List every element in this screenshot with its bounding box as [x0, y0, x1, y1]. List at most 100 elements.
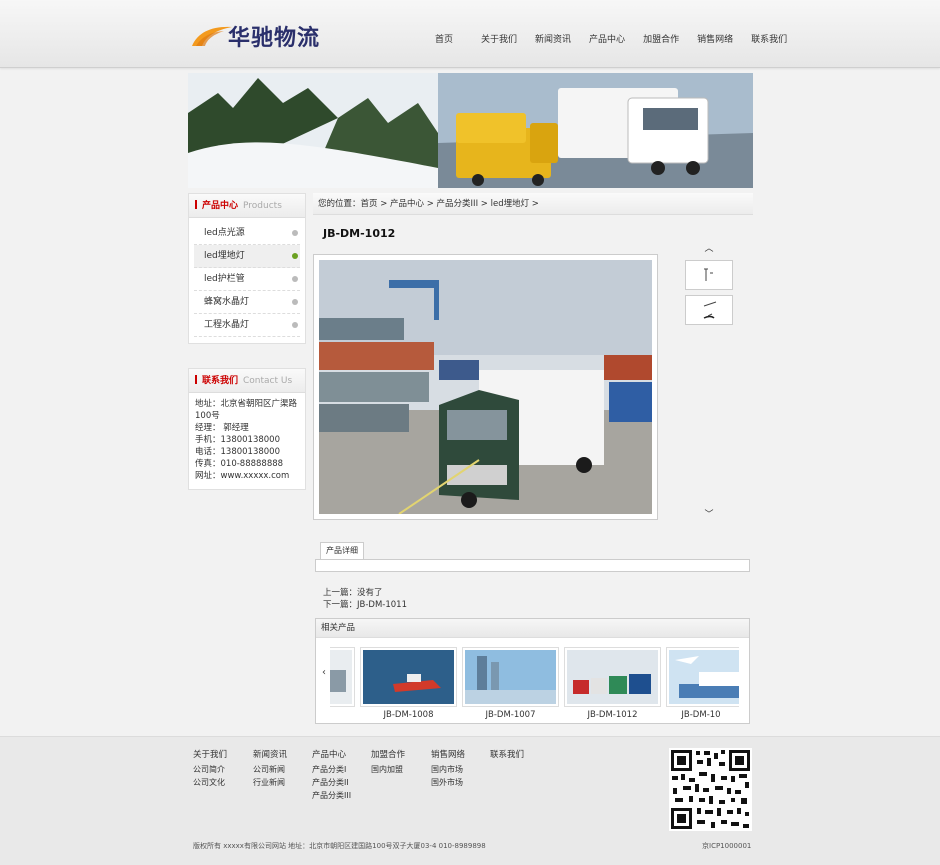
footer-col-about: 关于我们 公司简介 公司文化 — [193, 749, 227, 789]
product-category-list: led点光源 led埋地灯 led护栏管 蜂窝水晶灯 工程水晶灯 — [189, 218, 305, 343]
footer-link[interactable]: 国内加盟 — [371, 763, 405, 776]
site-header: 华驰物流 首页 关于我们 新闻资讯 产品中心 加盟合作 销售网络 联系我们 — [0, 0, 940, 68]
breadcrumb: 您的位置：首页 > 产品中心 > 产品分类III > led埋地灯 > — [313, 193, 753, 215]
product-category-header: 产品中心 Products — [189, 194, 305, 218]
footer-col-title[interactable]: 销售网络 — [431, 749, 465, 762]
footer-link[interactable]: 公司简介 — [193, 763, 227, 776]
qr-code-icon — [669, 748, 752, 831]
main-content: 您的位置：首页 > 产品中心 > 产品分类III > led埋地灯 > JB-D… — [313, 193, 753, 724]
footer-link[interactable]: 行业新闻 — [253, 776, 287, 789]
next-link[interactable]: 下一篇：JB-DM-1011 — [323, 599, 407, 611]
contact-fax: 传真：010-88888888 — [195, 459, 284, 469]
category-item-label: led埋地灯 — [204, 251, 245, 261]
product-photo — [319, 260, 652, 514]
title-bar-icon — [195, 375, 197, 384]
related-item[interactable] — [666, 647, 739, 707]
footer-col-news: 新闻资讯 公司新闻 行业新闻 — [253, 749, 287, 789]
thumb-down-arrow-icon[interactable]: ﹀ — [685, 507, 733, 521]
thumbnail-2[interactable] — [685, 295, 733, 325]
bullet-icon — [292, 299, 298, 305]
category-item-project-crystal[interactable]: 工程水晶灯 — [194, 314, 300, 337]
nav-sales[interactable]: 销售网络 — [688, 32, 742, 45]
prev-next-links: 上一篇：没有了 下一篇：JB-DM-1011 — [323, 587, 407, 611]
bullet-icon — [292, 276, 298, 282]
detail-tabs: 产品详细 — [320, 542, 364, 559]
bullet-icon — [292, 253, 298, 259]
contact-title: 联系我们 — [202, 376, 239, 386]
category-item-led-point[interactable]: led点光源 — [194, 222, 300, 245]
nav-contact[interactable]: 联系我们 — [742, 32, 796, 45]
product-category-box: 产品中心 Products led点光源 led埋地灯 led护栏管 蜂窝水晶灯 … — [188, 193, 306, 344]
footer-link[interactable]: 公司新闻 — [253, 763, 287, 776]
site-logo[interactable]: 华驰物流 — [190, 18, 330, 52]
footer-link[interactable]: 国外市场 — [431, 776, 465, 789]
footer-link[interactable]: 国内市场 — [431, 763, 465, 776]
contact-box: 联系我们 Contact Us 地址：北京省朝阳区广渠路 100号 经理： 郭经理… — [188, 368, 306, 490]
category-item-led-inground[interactable]: led埋地灯 — [194, 245, 300, 268]
thumbnail-strip: ︿ ﹀ — [685, 241, 733, 521]
nav-join[interactable]: 加盟合作 — [634, 32, 688, 45]
tab-panel — [315, 559, 750, 572]
category-item-honeycomb-crystal[interactable]: 蜂窝水晶灯 — [194, 291, 300, 314]
related-item-name[interactable]: JB-DM-1008 — [360, 710, 457, 720]
nav-home[interactable]: 首页 — [426, 32, 462, 45]
contact-header: 联系我们 Contact Us — [189, 369, 305, 393]
thumbnail-1[interactable] — [685, 260, 733, 290]
contact-phone: 电话：13800138000 — [195, 447, 280, 457]
product-category-title: 产品中心 — [202, 201, 239, 211]
contact-title-en: Contact Us — [243, 376, 293, 386]
footer-link[interactable]: 公司文化 — [193, 776, 227, 789]
related-item[interactable] — [330, 647, 355, 707]
qr-code — [669, 748, 752, 831]
site-footer: 关于我们 公司简介 公司文化 新闻资讯 公司新闻 行业新闻 产品中心 产品分类I… — [0, 736, 940, 865]
related-prev-arrow-icon[interactable]: ‹ — [322, 667, 326, 678]
contact-mobile: 手机：13800138000 — [195, 435, 280, 445]
contact-manager: 经理： 郭经理 — [195, 423, 249, 433]
sidebar: 产品中心 Products led点光源 led埋地灯 led护栏管 蜂窝水晶灯 … — [188, 193, 306, 490]
footer-col-title[interactable]: 加盟合作 — [371, 749, 405, 762]
contact-website: 网址：www.xxxxx.com — [195, 471, 290, 481]
footer-col-products: 产品中心 产品分类I 产品分类II 产品分类III — [312, 749, 351, 802]
footer-col-sales: 销售网络 国内市场 国外市场 — [431, 749, 465, 789]
footer-link[interactable]: 产品分类II — [312, 776, 351, 789]
category-item-label: 蜂窝水晶灯 — [204, 297, 250, 307]
logo-text: 华驰物流 — [228, 26, 321, 51]
copyright: 版权所有 xxxxx有限公司网站 地址：北京市朝阳区建国路100号双子大厦03-… — [193, 842, 486, 850]
footer-link[interactable]: 产品分类III — [312, 789, 351, 802]
icp-number: 京ICP1000001 — [702, 842, 752, 850]
contact-address: 地址：北京省朝阳区广渠路 — [195, 399, 298, 409]
related-products-title: 相关产品 — [316, 619, 749, 638]
bullet-icon — [292, 230, 298, 236]
hero-banner — [188, 73, 753, 188]
banner-image — [188, 73, 753, 188]
related-item[interactable] — [360, 647, 457, 707]
contact-address-cont: 100号 — [195, 411, 220, 421]
related-item[interactable] — [564, 647, 661, 707]
category-item-label: led点光源 — [204, 228, 245, 238]
nav-news[interactable]: 新闻资讯 — [526, 32, 580, 45]
nav-about[interactable]: 关于我们 — [472, 32, 526, 45]
bullet-icon — [292, 322, 298, 328]
footer-col-contact: 联系我们 — [490, 749, 524, 763]
footer-col-title[interactable]: 联系我们 — [490, 749, 524, 762]
category-item-led-guardrail[interactable]: led护栏管 — [194, 268, 300, 291]
main-nav: 首页 关于我们 新闻资讯 产品中心 加盟合作 销售网络 联系我们 — [426, 32, 796, 45]
footer-col-title[interactable]: 新闻资讯 — [253, 749, 287, 762]
product-main-image[interactable] — [313, 254, 658, 520]
footer-col-title[interactable]: 产品中心 — [312, 749, 351, 762]
category-item-label: 工程水晶灯 — [204, 320, 250, 330]
related-item-name[interactable]: JB-DM-10 — [666, 710, 736, 720]
related-item-name[interactable]: JB-DM-1012 — [564, 710, 661, 720]
thumb-up-arrow-icon[interactable]: ︿ — [685, 241, 733, 255]
prev-link[interactable]: 上一篇：没有了 — [323, 587, 407, 599]
footer-col-title[interactable]: 关于我们 — [193, 749, 227, 762]
related-products: 相关产品 ‹ › JB-DM-1008 JB-DM-1007 JB-DM-101… — [315, 618, 750, 724]
footer-link[interactable]: 产品分类I — [312, 763, 351, 776]
product-category-title-en: Products — [243, 201, 282, 211]
related-item-name[interactable]: JB-DM-1007 — [462, 710, 559, 720]
footer-col-join: 加盟合作 国内加盟 — [371, 749, 405, 776]
tab-product-detail[interactable]: 产品详细 — [320, 542, 364, 559]
nav-products[interactable]: 产品中心 — [580, 32, 634, 45]
related-track — [330, 647, 739, 707]
related-item[interactable] — [462, 647, 559, 707]
